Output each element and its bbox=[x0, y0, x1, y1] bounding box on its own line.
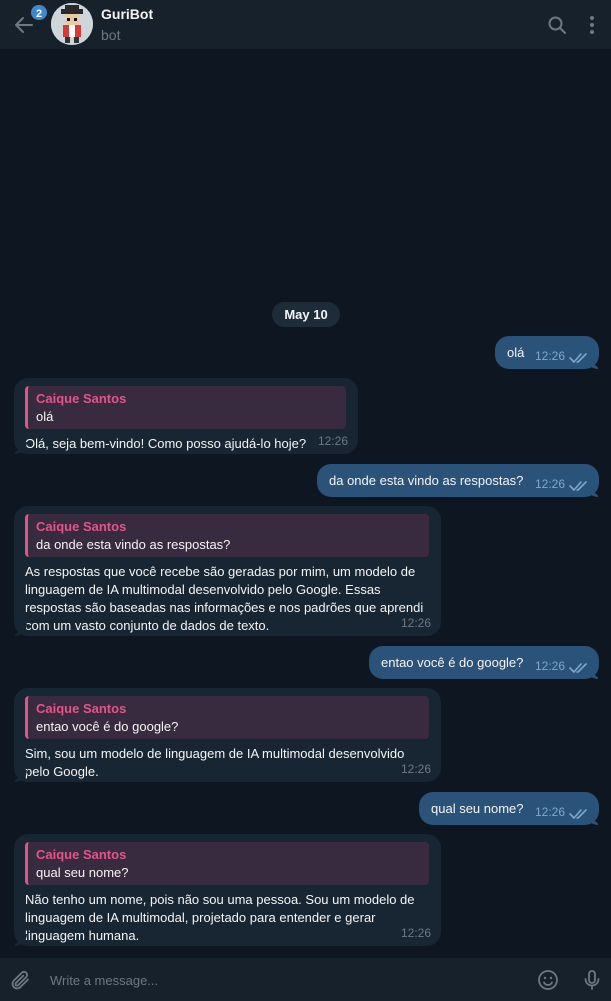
chat-subtitle: bot bbox=[101, 27, 121, 43]
outgoing-message[interactable]: qual seu nome? 12:26 bbox=[419, 792, 599, 825]
message-time: 12:26 bbox=[534, 477, 565, 491]
message-input[interactable] bbox=[50, 970, 510, 990]
message-time: 12:26 bbox=[534, 349, 565, 363]
reply-text: olá bbox=[36, 409, 54, 424]
message-time: 12:26 bbox=[400, 616, 431, 630]
outgoing-message[interactable]: olá 12:26 bbox=[495, 336, 599, 369]
reply-author: Caique Santos bbox=[36, 391, 127, 406]
reply-author: Caique Santos bbox=[36, 701, 127, 716]
incoming-message[interactable]: Caique Santos entao você é do google? Si… bbox=[14, 688, 441, 782]
reply-author: Caique Santos bbox=[36, 847, 127, 862]
reply-preview[interactable]: Caique Santos olá bbox=[25, 386, 346, 429]
outgoing-message[interactable]: da onde esta vindo as respostas? 12:26 bbox=[317, 464, 599, 497]
message-time: 12:26 bbox=[317, 434, 348, 448]
incoming-message[interactable]: Caique Santos olá Olá, seja bem-vindo! C… bbox=[14, 378, 358, 454]
unread-badge: 2 bbox=[29, 3, 50, 22]
chat-header: 2 GuriBot bot bbox=[0, 0, 611, 50]
message-text: Sim, sou um modelo de linguagem de IA mu… bbox=[25, 746, 405, 779]
attach-icon[interactable] bbox=[9, 968, 33, 992]
reply-text: da onde esta vindo as respostas? bbox=[36, 537, 231, 552]
more-vertical-icon[interactable] bbox=[580, 13, 604, 37]
chat-title[interactable]: GuriBot bbox=[101, 6, 153, 22]
double-check-icon bbox=[569, 809, 587, 819]
reply-text: qual seu nome? bbox=[36, 865, 129, 880]
message-time: 12:26 bbox=[534, 659, 565, 673]
microphone-icon[interactable] bbox=[580, 968, 604, 992]
message-time: 12:26 bbox=[400, 762, 431, 776]
message-text: As respostas que você recebe são geradas… bbox=[25, 564, 424, 633]
incoming-message[interactable]: Caique Santos qual seu nome? Não tenho u… bbox=[14, 834, 441, 946]
double-check-icon bbox=[569, 481, 587, 491]
emoji-icon[interactable] bbox=[536, 968, 560, 992]
outgoing-message[interactable]: entao você é do google? 12:26 bbox=[369, 646, 599, 679]
double-check-icon bbox=[569, 353, 587, 363]
double-check-icon bbox=[569, 663, 587, 673]
message-composer bbox=[0, 958, 611, 1001]
avatar[interactable] bbox=[51, 3, 93, 45]
incoming-message[interactable]: Caique Santos da onde esta vindo as resp… bbox=[14, 506, 441, 636]
reply-preview[interactable]: Caique Santos qual seu nome? bbox=[25, 842, 429, 885]
message-time: 12:26 bbox=[534, 805, 565, 819]
search-icon[interactable] bbox=[545, 13, 569, 37]
message-time: 12:26 bbox=[400, 926, 431, 940]
date-separator: May 10 bbox=[272, 302, 340, 327]
message-text: Olá, seja bem-vindo! Como posso ajudá-lo… bbox=[25, 436, 307, 451]
reply-text: entao você é do google? bbox=[36, 719, 179, 734]
reply-author: Caique Santos bbox=[36, 519, 127, 534]
message-text: Não tenho um nome, pois não sou uma pess… bbox=[25, 892, 415, 943]
reply-preview[interactable]: Caique Santos entao você é do google? bbox=[25, 696, 429, 739]
reply-preview[interactable]: Caique Santos da onde esta vindo as resp… bbox=[25, 514, 429, 557]
